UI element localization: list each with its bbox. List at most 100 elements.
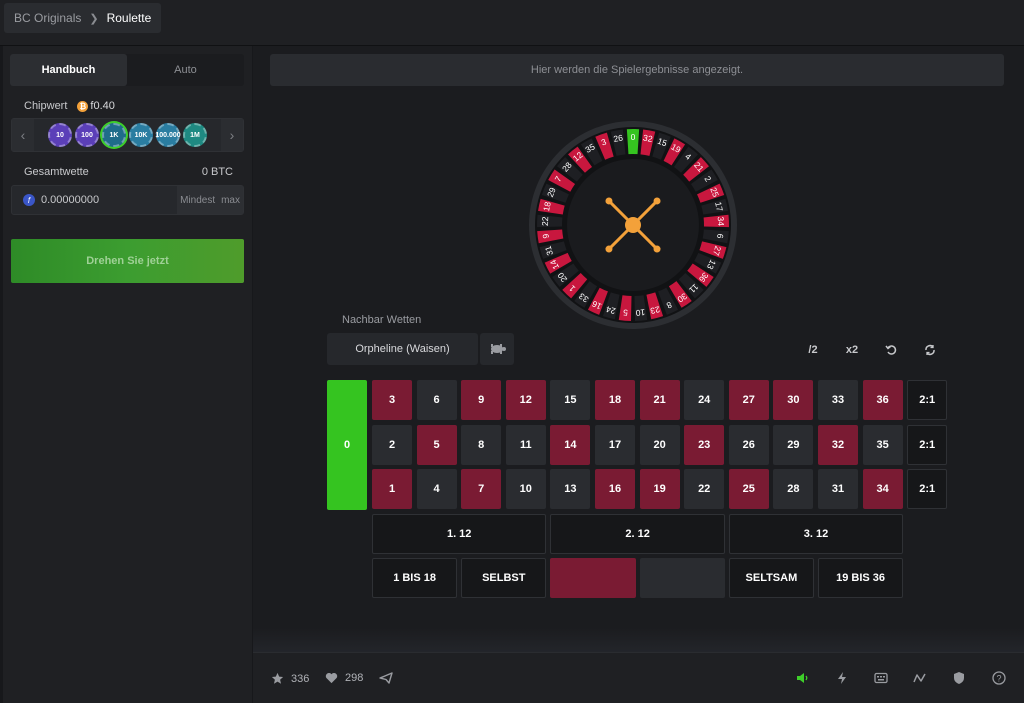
lightning-icon[interactable] <box>834 670 850 686</box>
bet-cell-5[interactable]: 5 <box>416 424 457 465</box>
bet-cell-6[interactable]: 6 <box>416 380 457 420</box>
double-bet-button[interactable]: x2 <box>837 339 867 361</box>
max-bet-button[interactable]: max <box>218 186 243 214</box>
turret-knob <box>605 245 613 253</box>
bet-red[interactable] <box>550 558 636 598</box>
chip-5[interactable]: 1M <box>183 123 207 147</box>
half-bet-button[interactable]: /2 <box>798 339 828 361</box>
bet-cell-24[interactable]: 24 <box>684 380 725 420</box>
game-area: Hier werden die Spielergebnisse angezeig… <box>253 46 1024 652</box>
bet-cell-36[interactable]: 36 <box>862 380 903 420</box>
total-bet-label: Gesamtwette <box>24 166 89 178</box>
chip-value-label: Chipwert <box>24 100 68 112</box>
column-bet-3[interactable]: 2:1 <box>907 469 948 509</box>
bet-high[interactable]: 19 BIS 36 <box>818 558 904 598</box>
neighbour-bets-label: Nachbar Wetten <box>342 314 422 326</box>
chip-4[interactable]: 100.000 <box>155 123 181 147</box>
chevron-left-icon[interactable]: ‹ <box>12 119 34 151</box>
bet-panel: Handbuch Auto Chipwert ₿ f 0.40 ‹ 10 100 1K… <box>3 46 252 703</box>
bet-cell-13[interactable]: 13 <box>550 469 591 509</box>
bet-cell-27[interactable]: 27 <box>728 380 769 420</box>
bet-cell-26[interactable]: 26 <box>728 424 769 465</box>
spin-button[interactable]: Drehen Sie jetzt <box>11 239 244 283</box>
bet-cell-11[interactable]: 11 <box>505 424 546 465</box>
column-bet-1[interactable]: 2:1 <box>907 380 948 420</box>
neighbour-bets-select[interactable]: Orpheline (Waisen) <box>327 333 478 365</box>
tab-manual[interactable]: Handbuch <box>10 54 127 86</box>
bet-cell-21[interactable]: 21 <box>639 380 680 420</box>
chip-0[interactable]: 10 <box>48 123 72 147</box>
refresh-icon[interactable] <box>915 339 945 361</box>
wheel-number-22: 22 <box>540 216 550 226</box>
total-bet-value: 0 BTC <box>201 166 233 178</box>
bet-cell-35[interactable]: 35 <box>862 424 903 465</box>
star-icon <box>271 672 284 684</box>
bet-odd[interactable]: SELTSAM <box>728 558 814 598</box>
bet-amount-input[interactable]: 0.00000000 <box>41 194 177 206</box>
shield-icon[interactable] <box>951 670 967 686</box>
chip-3[interactable]: 10K <box>129 123 153 147</box>
sound-icon[interactable] <box>794 670 810 686</box>
chip-2[interactable]: 1K <box>102 123 126 147</box>
bet-cell-zero[interactable]: 0 <box>327 380 367 510</box>
bet-cell-18[interactable]: 18 <box>595 380 635 420</box>
bet-cell-7[interactable]: 7 <box>461 469 502 509</box>
breadcrumb-parent[interactable]: BC Originals <box>14 11 81 25</box>
turtle-icon[interactable] <box>480 333 514 365</box>
share-icon[interactable] <box>378 670 394 686</box>
bet-low[interactable]: 1 BIS 18 <box>372 558 458 598</box>
bet-cell-4[interactable]: 4 <box>416 469 457 509</box>
wheel-number-26: 26 <box>613 132 624 144</box>
bet-cell-3[interactable]: 3 <box>372 380 412 420</box>
bet-amount-field[interactable]: f 0.00000000 Mindest max <box>11 185 244 215</box>
bet-cell-23[interactable]: 23 <box>684 424 725 465</box>
help-icon[interactable]: ? <box>991 670 1007 686</box>
bet-cell-12[interactable]: 12 <box>505 380 546 420</box>
chevron-right-icon[interactable]: › <box>221 119 243 151</box>
bet-cell-32[interactable]: 32 <box>818 424 858 465</box>
bet-cell-2[interactable]: 2 <box>372 424 412 465</box>
heart-icon <box>325 673 338 684</box>
bet-cell-8[interactable]: 8 <box>461 424 502 465</box>
keyboard-icon[interactable] <box>873 670 889 686</box>
stats-icon[interactable] <box>912 670 928 686</box>
chip-1[interactable]: 100 <box>75 123 99 147</box>
min-bet-button[interactable]: Mindest <box>177 186 218 214</box>
turret-knob <box>653 197 661 205</box>
likes-count: 298 <box>345 672 364 684</box>
currency-icon: f <box>23 194 35 206</box>
bet-cell-16[interactable]: 16 <box>595 469 635 509</box>
bet-cell-1[interactable]: 1 <box>372 469 412 509</box>
bet-cell-17[interactable]: 17 <box>595 424 635 465</box>
dozen-bet-1[interactable]: 1. 12 <box>372 513 547 554</box>
tab-auto[interactable]: Auto <box>127 54 244 86</box>
column-bet-2[interactable]: 2:1 <box>907 424 948 465</box>
chip-value: 0.40 <box>93 100 115 112</box>
dozen-bet-2[interactable]: 2. 12 <box>550 513 725 554</box>
bet-cell-10[interactable]: 10 <box>505 469 546 509</box>
bet-cell-29[interactable]: 29 <box>773 424 814 465</box>
bet-cell-33[interactable]: 33 <box>818 380 858 420</box>
bet-cell-9[interactable]: 9 <box>461 380 502 420</box>
bet-cell-22[interactable]: 22 <box>684 469 725 509</box>
breadcrumb: BC Originals ❯ Roulette <box>4 3 162 33</box>
bet-even[interactable]: SELBST <box>461 558 547 598</box>
bet-cell-34[interactable]: 34 <box>862 469 903 509</box>
bet-cell-14[interactable]: 14 <box>550 424 591 465</box>
favorites-stat[interactable]: 336 <box>271 672 309 685</box>
bet-cell-28[interactable]: 28 <box>773 469 814 509</box>
bet-cell-19[interactable]: 19 <box>639 469 680 509</box>
bet-black[interactable] <box>639 558 725 598</box>
bet-cell-25[interactable]: 25 <box>728 469 769 509</box>
wheel-number-32: 32 <box>642 133 653 145</box>
bet-cell-30[interactable]: 30 <box>773 380 814 420</box>
wheel-number-10: 10 <box>635 307 646 318</box>
dozen-bet-3[interactable]: 3. 12 <box>728 513 904 554</box>
likes-stat[interactable]: 298 <box>325 672 363 684</box>
footer-bar: 336 298 ? <box>253 652 1024 703</box>
bet-cell-15[interactable]: 15 <box>550 380 591 420</box>
bitcoin-icon: ₿ <box>77 100 89 112</box>
bet-cell-20[interactable]: 20 <box>639 424 680 465</box>
undo-icon[interactable] <box>876 339 906 361</box>
bet-cell-31[interactable]: 31 <box>818 469 858 509</box>
